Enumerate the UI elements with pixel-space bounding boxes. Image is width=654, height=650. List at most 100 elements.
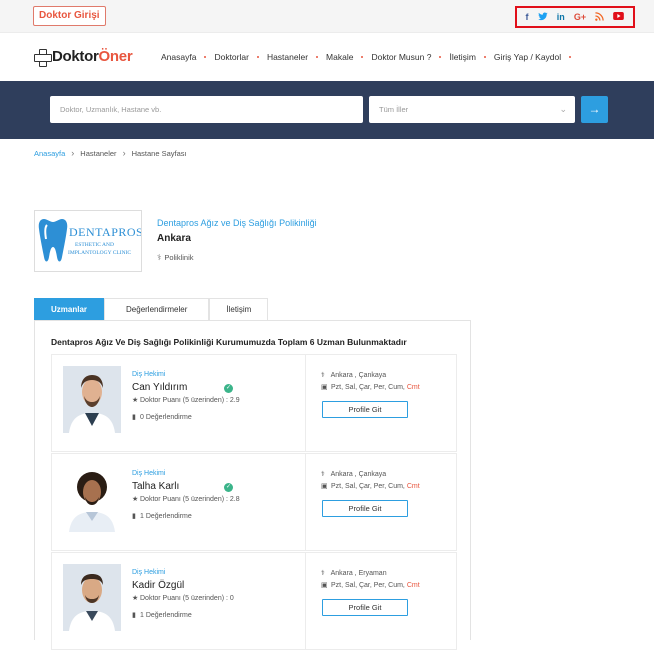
location-icon: ⚕ bbox=[321, 372, 325, 379]
nav-separator bbox=[439, 56, 442, 58]
breadcrumb-current: Hastane Sayfası bbox=[131, 148, 187, 158]
profile-button[interactable]: Profile Git bbox=[322, 599, 408, 616]
clinic-logo-sub1: ESTHETIC AND bbox=[75, 242, 114, 248]
profile-button[interactable]: Profile Git bbox=[322, 401, 408, 418]
calendar-icon: ▣ bbox=[321, 483, 328, 490]
doctor-days: ▣ Pzt, Sal, Çar, Per, Cum, Cmt bbox=[321, 383, 420, 391]
doctor-reviews-text: 1 Değerlendirme bbox=[140, 612, 192, 619]
tab-degerlendirmeler[interactable]: Değerlendirmeler bbox=[104, 298, 210, 320]
doctor-location: ⚕ Ankara , Çankaya bbox=[321, 371, 386, 379]
nav-item-iletisim[interactable]: İletişim bbox=[449, 52, 475, 62]
search-input[interactable]: Doktor, Uzmanlık, Hastane vb. bbox=[50, 96, 363, 123]
doctor-days-text: Pzt, Sal, Çar, Per, Cum, bbox=[330, 582, 405, 589]
city-select[interactable]: Tüm İller ⌄ bbox=[369, 96, 575, 123]
clinic-type-label: Poliklinik bbox=[164, 253, 194, 262]
doctor-days: ▣ Pzt, Sal, Çar, Per, Cum, Cmt bbox=[321, 482, 420, 490]
doctor-specialty: Diş Hekimi bbox=[132, 569, 166, 576]
doctor-days-weekend: Cmt bbox=[406, 582, 420, 589]
doctor-location-text: Ankara , Çankaya bbox=[330, 372, 387, 379]
doctor-score-text: Doktor Puanı (5 üzerinden) : 2.8 bbox=[140, 496, 240, 503]
doctor-location-text: Ankara , Eryaman bbox=[330, 570, 387, 577]
experts-panel: Dentapros Ağız Ve Diş Sağlığı Polikinliğ… bbox=[34, 320, 471, 650]
logo-text-oner: Öner bbox=[98, 48, 133, 65]
doctor-reviews: ▮ 0 Değerlendirme bbox=[132, 413, 192, 421]
clinic-city: Ankara bbox=[157, 233, 191, 244]
tab-uzmanlar[interactable]: Uzmanlar bbox=[34, 298, 105, 320]
nav-separator bbox=[361, 56, 364, 58]
doctor-days-weekend: Cmt bbox=[406, 384, 420, 391]
star-icon: ★ bbox=[132, 595, 139, 602]
doctor-card: Diş Hekimi Can Yıldırım ✓ ★ Doktor Puanı … bbox=[51, 354, 457, 452]
breadcrumb: Anasayfa › Hastaneler › Hastane Sayfası bbox=[34, 148, 187, 158]
clipboard-icon: ▮ bbox=[132, 414, 136, 421]
nav-item-login-register[interactable]: Giriş Yap / Kaydol bbox=[494, 52, 561, 62]
profile-button[interactable]: Profile Git bbox=[322, 500, 408, 517]
clinic-info: Dentapros Ağız ve Diş Sağlığı Polikinliğ… bbox=[157, 218, 317, 262]
city-select-value: Tüm İller bbox=[379, 105, 409, 114]
star-icon: ★ bbox=[132, 397, 139, 404]
doctor-location-text: Ankara , Çankaya bbox=[330, 471, 387, 478]
nav-separator bbox=[204, 56, 207, 58]
nav-menu: Anasayfa Doktorlar Hastaneler Makale Dok… bbox=[161, 52, 579, 62]
site-logo[interactable]: Doktor Öner bbox=[34, 48, 133, 67]
doctor-location: ⚕ Ankara , Eryaman bbox=[321, 569, 387, 577]
doctor-days-weekend: Cmt bbox=[406, 483, 420, 490]
doctor-login-button[interactable]: Doktor Girişi bbox=[33, 6, 106, 26]
nav-item-doktorlar[interactable]: Doktorlar bbox=[214, 52, 248, 62]
doctor-name[interactable]: Talha Karlı bbox=[132, 481, 179, 492]
doctor-score-text: Doktor Puanı (5 üzerinden) : 0 bbox=[140, 595, 234, 602]
nav-item-makale[interactable]: Makale bbox=[326, 52, 353, 62]
calendar-icon: ▣ bbox=[321, 384, 328, 391]
main-navbar: Doktor Öner Anasayfa Doktorlar Hastanele… bbox=[0, 33, 654, 81]
top-bar: Doktor Girişi f in G+ bbox=[0, 0, 654, 33]
panel-title: Dentapros Ağız Ve Diş Sağlığı Polikinliğ… bbox=[51, 337, 407, 347]
nav-item-anasayfa[interactable]: Anasayfa bbox=[161, 52, 196, 62]
medical-cross-icon bbox=[34, 48, 52, 67]
doctor-score: ★ Doktor Puanı (5 üzerinden) : 0 bbox=[132, 594, 234, 602]
search-band: Doktor, Uzmanlık, Hastane vb. Tüm İller … bbox=[0, 81, 654, 139]
card-divider bbox=[305, 553, 306, 649]
doctor-photo[interactable] bbox=[63, 366, 121, 433]
breadcrumb-home[interactable]: Anasayfa bbox=[34, 149, 65, 158]
doctor-photo[interactable] bbox=[63, 564, 121, 631]
arrow-right-icon: → bbox=[588, 102, 601, 116]
nav-separator bbox=[569, 56, 572, 58]
tabs: Uzmanlar Değerlendirmeler İletişim bbox=[34, 298, 269, 320]
doctor-photo[interactable] bbox=[63, 465, 121, 532]
clinic-logo-text: DENTAPROS bbox=[69, 225, 142, 239]
doctor-name[interactable]: Can Yıldırım bbox=[132, 382, 187, 393]
star-icon: ★ bbox=[132, 496, 139, 503]
linkedin-icon[interactable]: in bbox=[557, 12, 565, 22]
doctor-card: Diş Hekimi Kadir Özgül ★ Doktor Puanı (5 … bbox=[51, 552, 457, 650]
clipboard-icon: ▮ bbox=[132, 513, 136, 520]
google-plus-icon[interactable]: G+ bbox=[574, 12, 586, 22]
youtube-icon[interactable] bbox=[613, 12, 625, 22]
facebook-icon[interactable]: f bbox=[526, 12, 529, 22]
location-icon: ⚕ bbox=[321, 471, 325, 478]
clinic-name: Dentapros Ağız ve Diş Sağlığı Polikinliğ… bbox=[157, 218, 317, 228]
doctor-score: ★ Doktor Puanı (5 üzerinden) : 2.8 bbox=[132, 495, 240, 503]
search-button[interactable]: → bbox=[581, 96, 608, 123]
location-icon: ⚕ bbox=[321, 570, 325, 577]
breadcrumb-hastaneler[interactable]: Hastaneler bbox=[80, 149, 116, 158]
doctor-name[interactable]: Kadir Özgül bbox=[132, 580, 184, 591]
card-divider bbox=[305, 454, 306, 550]
twitter-icon[interactable] bbox=[537, 11, 548, 23]
verified-check-icon: ✓ bbox=[224, 384, 233, 393]
doctor-reviews-text: 1 Değerlendirme bbox=[140, 513, 192, 520]
rss-icon[interactable] bbox=[595, 11, 604, 23]
nav-separator bbox=[483, 56, 486, 58]
social-links: f in G+ bbox=[515, 6, 635, 28]
card-divider bbox=[305, 355, 306, 451]
chevron-right-icon: › bbox=[122, 148, 126, 158]
doctor-specialty: Diş Hekimi bbox=[132, 470, 166, 477]
nav-separator bbox=[316, 56, 319, 58]
tab-iletisim[interactable]: İletişim bbox=[209, 298, 269, 320]
doctor-reviews-text: 0 Değerlendirme bbox=[140, 414, 192, 421]
clinic-type: ⚕ Poliklinik bbox=[157, 253, 317, 262]
logo-text-doktor: Doktor bbox=[52, 48, 99, 65]
clinic-logo: DENTAPROS ESTHETIC AND IMPLANTOLOGY CLIN… bbox=[34, 210, 142, 272]
doctor-score-text: Doktor Puanı (5 üzerinden) : 2.9 bbox=[140, 397, 240, 404]
nav-item-hastaneler[interactable]: Hastaneler bbox=[267, 52, 308, 62]
nav-item-doktor-musun[interactable]: Doktor Musun ? bbox=[371, 52, 431, 62]
